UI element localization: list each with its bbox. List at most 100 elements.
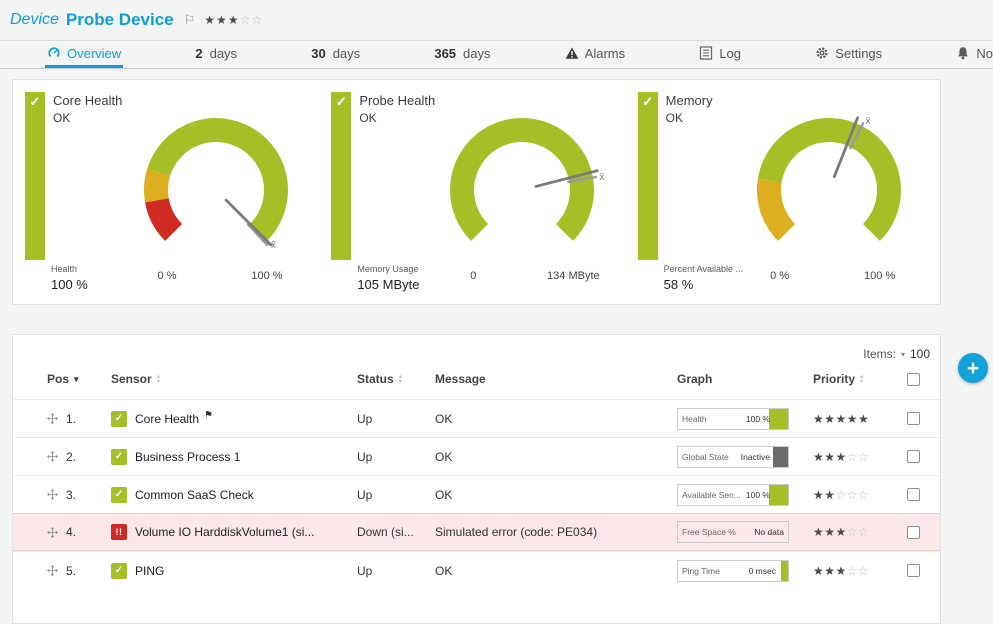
average-marker-label: x̄: [866, 116, 871, 127]
gauge-title[interactable]: Core Health: [53, 93, 122, 108]
mini-graph[interactable]: Free Space %No data: [677, 521, 789, 543]
row-checkbox[interactable]: [907, 488, 920, 501]
table-row-down[interactable]: 4. !!Volume IO HarddiskVolume1 (si... Do…: [13, 513, 940, 551]
gauge-memory: ✓ Memory OK 0 % 100 % x̄ Percent Availab…: [630, 92, 936, 292]
row-checkbox[interactable]: [907, 450, 920, 463]
favorite-flag-icon[interactable]: ⚐: [184, 12, 196, 28]
sensor-name[interactable]: Volume IO HarddiskVolume1 (si...: [135, 525, 314, 539]
row-priority[interactable]: ★★★☆☆: [813, 564, 899, 578]
tab-notifications[interactable]: Notifi: [954, 41, 993, 68]
table-row[interactable]: 3. ✓Common SaaS Check Up OK Available Se…: [13, 475, 940, 513]
gauge-metric: Health 100 %: [51, 264, 88, 292]
row-pos: 4.: [66, 525, 76, 539]
gauge-title[interactable]: Probe Health: [359, 93, 435, 108]
row-priority[interactable]: ★★★☆☆: [813, 525, 899, 539]
col-header-pos[interactable]: Pos▾: [47, 372, 111, 386]
move-handle-icon[interactable]: [47, 451, 58, 462]
core-health-gauge-dial: [121, 108, 311, 270]
row-checkbox[interactable]: [907, 412, 920, 425]
sensor-name[interactable]: PING: [135, 564, 164, 578]
tab-label: Log: [719, 46, 741, 61]
tab-label: Settings: [835, 46, 882, 61]
table-row[interactable]: 5. ✓PING Up OK Ping Time0 msec ★★★☆☆: [13, 551, 940, 589]
stars-empty: ☆☆: [847, 525, 870, 539]
row-priority[interactable]: ★★☆☆☆: [813, 488, 899, 502]
row-pos: 1.: [66, 412, 76, 426]
tab-2-days[interactable]: 2 days: [193, 41, 239, 68]
mini-graph[interactable]: Available Sen...100 %: [677, 484, 789, 506]
device-header: Device Probe Device ⚐ ★★★☆☆: [0, 0, 993, 40]
col-header-graph[interactable]: Graph: [677, 372, 813, 386]
graph-value: No data: [754, 527, 784, 537]
row-checkbox[interactable]: [907, 564, 920, 577]
sort-both-icon: ▴▾: [860, 374, 863, 384]
row-status: Up: [357, 564, 435, 578]
col-header-message[interactable]: Message: [435, 372, 677, 386]
stars-filled: ★★: [813, 488, 836, 502]
device-priority-rating[interactable]: ★★★☆☆: [204, 13, 263, 27]
graph-value: 100 %: [746, 490, 770, 500]
device-name: Probe Device: [66, 10, 174, 30]
sensor-name[interactable]: Core Health: [135, 412, 199, 426]
tab-label: Alarms: [585, 46, 625, 61]
row-pos: 2.: [66, 450, 76, 464]
gear-icon: [815, 46, 829, 60]
row-pos: 3.: [66, 488, 76, 502]
tab-settings[interactable]: Settings: [813, 41, 884, 68]
tab-alarms[interactable]: Alarms: [563, 41, 627, 68]
col-header-sensor[interactable]: Sensor▴▾: [111, 372, 357, 386]
col-header-checkbox: [899, 373, 927, 386]
table-row[interactable]: 1. ✓Core Health⚑ Up OK Health100 % ★★★★★: [13, 399, 940, 437]
sensor-table-card: Items: ▾ 100 Pos▾ Sensor▴▾ Status▴▾ Mess…: [12, 334, 941, 624]
row-priority[interactable]: ★★★☆☆: [813, 450, 899, 464]
move-handle-icon[interactable]: [47, 527, 58, 538]
items-label: Items:: [863, 347, 896, 361]
status-bar-green: [25, 92, 45, 260]
tab-log[interactable]: Log: [697, 41, 743, 68]
check-icon: ✓: [638, 92, 658, 112]
stars-filled: ★★★: [204, 13, 239, 27]
move-handle-icon[interactable]: [47, 413, 58, 424]
mini-graph[interactable]: Global StateInactive: [677, 446, 789, 468]
gauge-metric: Memory Usage 105 MByte: [357, 264, 419, 292]
move-handle-icon[interactable]: [47, 565, 58, 576]
chevron-down-icon: ▾: [901, 350, 905, 359]
row-message: OK: [435, 564, 677, 578]
tab-overview[interactable]: Overview: [45, 41, 123, 68]
metric-label: Health: [51, 264, 88, 274]
items-value: 100: [910, 347, 930, 361]
graph-label: Ping Time: [682, 566, 745, 576]
average-marker-label: x̄: [599, 172, 604, 183]
check-icon: ✓: [331, 92, 351, 112]
tab-30-days[interactable]: 30 days: [309, 41, 362, 68]
gauge-title[interactable]: Memory: [666, 93, 713, 108]
items-per-page-control[interactable]: Items: ▾ 100: [13, 335, 940, 359]
stars-empty: ☆☆: [847, 564, 870, 578]
row-priority[interactable]: ★★★★★: [813, 412, 899, 426]
sensor-down-icon: !!: [111, 524, 127, 540]
row-checkbox[interactable]: [907, 526, 920, 539]
gauges-panel: ✓ Core Health OK 0 % 100 % x̄ Health 100…: [12, 79, 941, 305]
mini-graph[interactable]: Ping Time0 msec: [677, 560, 789, 582]
gauge-min-label: 0: [470, 270, 476, 282]
tab-365-days[interactable]: 365 days: [432, 41, 492, 68]
gauge-status: OK: [666, 111, 683, 125]
metric-value: 100 %: [51, 277, 88, 292]
select-all-checkbox[interactable]: [907, 373, 920, 386]
sensor-name[interactable]: Business Process 1: [135, 450, 240, 464]
device-type-label: Device: [10, 11, 59, 29]
mini-graph[interactable]: Health100 %: [677, 408, 789, 430]
col-header-status[interactable]: Status▴▾: [357, 372, 435, 386]
gauge-metric: Percent Available ... 58 %: [664, 264, 743, 292]
sensor-name[interactable]: Common SaaS Check: [135, 488, 254, 502]
add-button[interactable]: +: [958, 353, 988, 383]
tab-number: 30: [311, 46, 325, 61]
bell-icon: [956, 46, 970, 60]
table-row[interactable]: 2. ✓Business Process 1 Up OK Global Stat…: [13, 437, 940, 475]
tab-label: Overview: [67, 46, 121, 61]
tab-number: 2: [195, 46, 202, 61]
tab-number: 365: [434, 46, 456, 61]
col-header-priority[interactable]: Priority▴▾: [813, 372, 899, 386]
move-handle-icon[interactable]: [47, 489, 58, 500]
overview-gauge-icon: [47, 46, 61, 60]
